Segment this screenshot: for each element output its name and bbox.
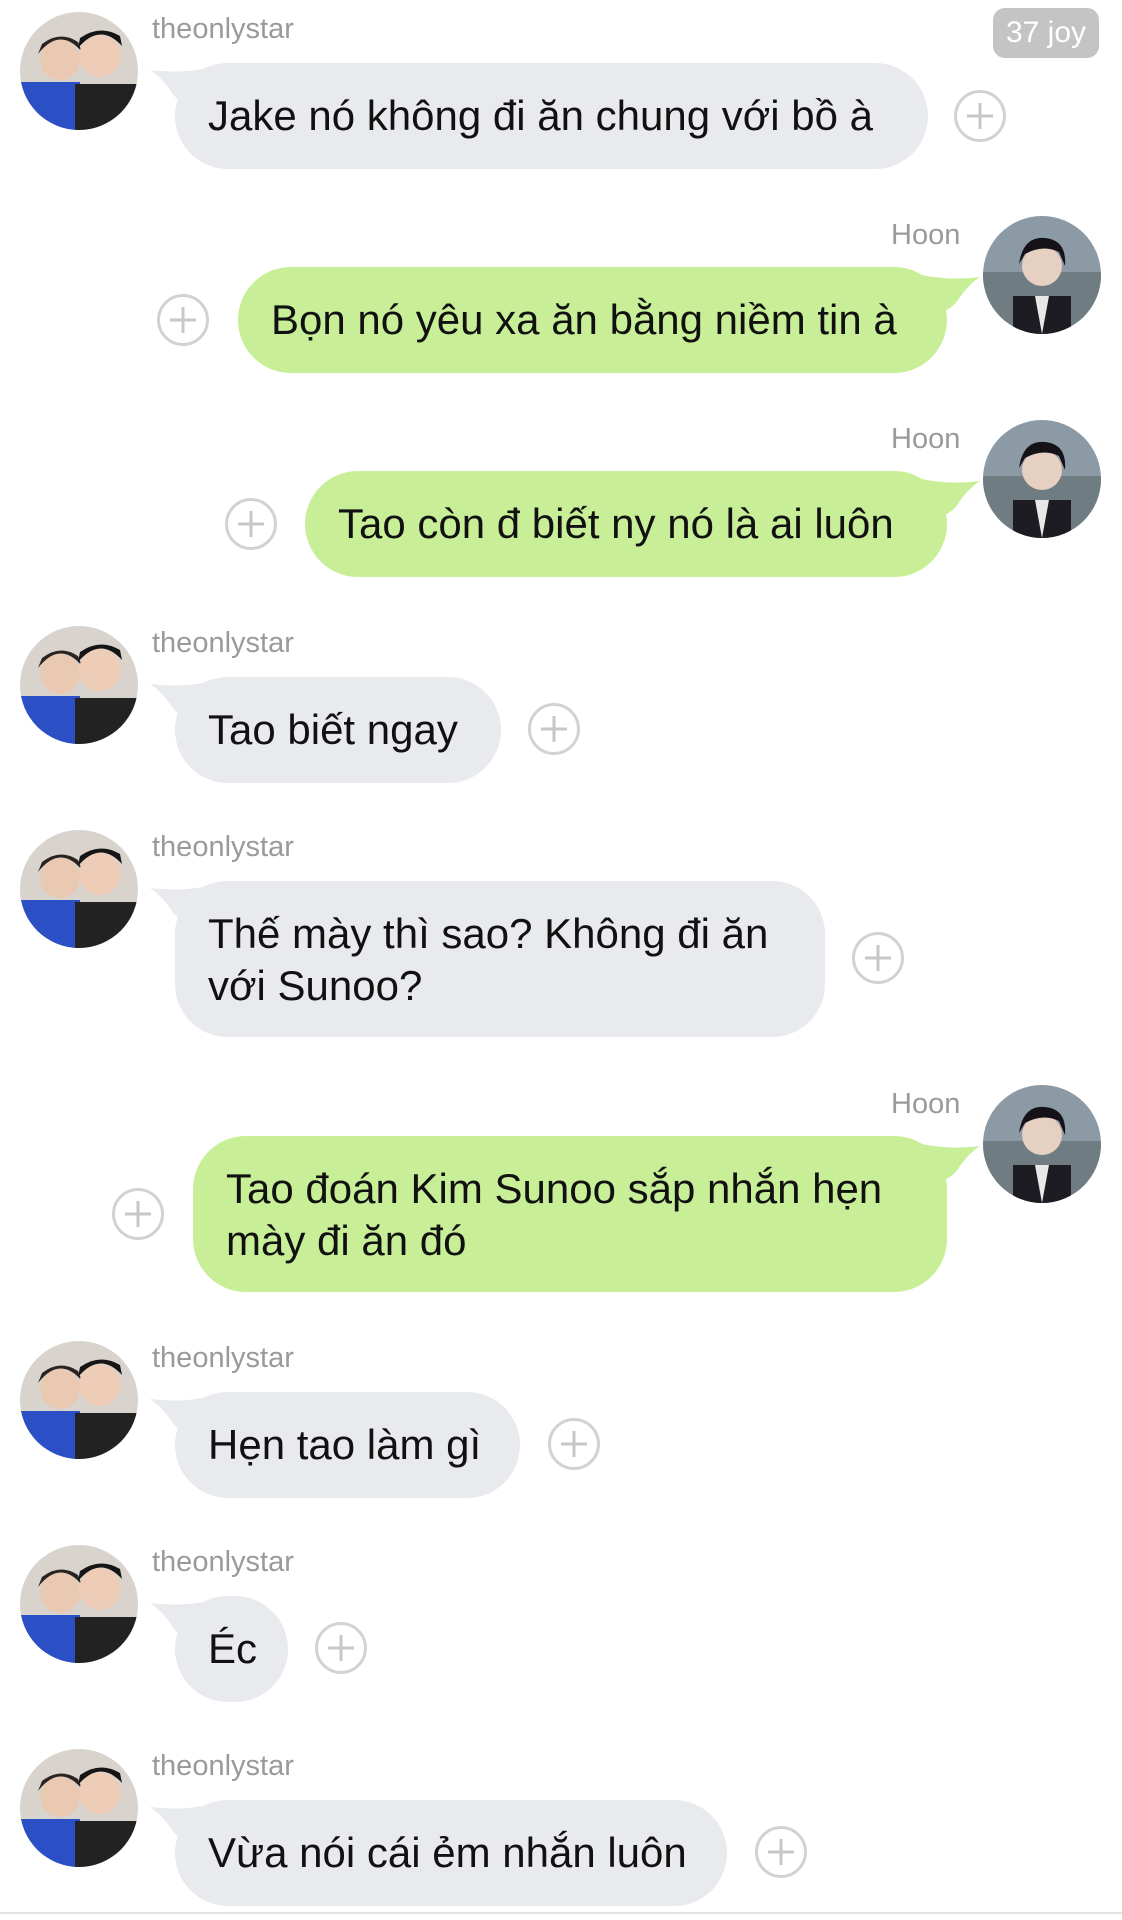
sender-name: theonlystar <box>152 1750 294 1782</box>
sender-name: theonlystar <box>152 1342 294 1374</box>
avatar-hoon[interactable] <box>983 420 1101 538</box>
message-text: Jake nó không đi ăn chung với bồ à <box>208 92 874 139</box>
avatar-theonlystar[interactable] <box>20 12 138 130</box>
message-text: Tao đoán Kim Sunoo sắp nhắn hẹn mày đi ă… <box>226 1165 883 1264</box>
message-bubble[interactable]: Hẹn tao làm gì <box>175 1392 520 1498</box>
chat-thread: 37 joy theonlystar Jake nó không đi ăn c… <box>0 0 1122 1920</box>
divider <box>0 1912 1122 1914</box>
add-reaction-icon[interactable] <box>755 1826 807 1878</box>
message-text: Vừa nói cái ẻm nhắn luôn <box>208 1829 687 1876</box>
message-bubble[interactable]: Thế mày thì sao? Không đi ăn với Sunoo? <box>175 881 825 1037</box>
message-text: Thế mày thì sao? Không đi ăn với Sunoo? <box>208 910 769 1009</box>
message-bubble[interactable]: Jake nó không đi ăn chung với bồ à <box>175 63 928 169</box>
avatar-hoon[interactable] <box>983 216 1101 334</box>
message-bubble[interactable]: Vừa nói cái ẻm nhắn luôn <box>175 1800 727 1906</box>
sender-name: Hoon <box>891 219 961 251</box>
avatar-theonlystar[interactable] <box>20 1545 138 1663</box>
add-reaction-icon[interactable] <box>548 1418 600 1470</box>
add-reaction-icon[interactable] <box>157 294 209 346</box>
reaction-count-badge[interactable]: 37 joy <box>993 8 1099 58</box>
sender-name: Hoon <box>891 1088 961 1120</box>
avatar-theonlystar[interactable] <box>20 626 138 744</box>
sender-name: Hoon <box>891 423 961 455</box>
avatar-theonlystar[interactable] <box>20 1749 138 1867</box>
add-reaction-icon[interactable] <box>528 703 580 755</box>
message-bubble[interactable]: Tao đoán Kim Sunoo sắp nhắn hẹn mày đi ă… <box>193 1136 947 1292</box>
avatar-hoon[interactable] <box>983 1085 1101 1203</box>
avatar-theonlystar[interactable] <box>20 830 138 948</box>
message-text: Bọn nó yêu xa ăn bằng niềm tin à <box>271 296 897 343</box>
sender-name: theonlystar <box>152 1546 294 1578</box>
avatar-theonlystar[interactable] <box>20 1341 138 1459</box>
message-text: Éc <box>208 1625 258 1672</box>
message-bubble[interactable]: Bọn nó yêu xa ăn bằng niềm tin à <box>238 267 947 373</box>
add-reaction-icon[interactable] <box>954 90 1006 142</box>
message-bubble[interactable]: Tao biết ngay <box>175 677 501 783</box>
add-reaction-icon[interactable] <box>852 932 904 984</box>
add-reaction-icon[interactable] <box>315 1622 367 1674</box>
message-bubble[interactable]: Tao còn đ biết ny nó là ai luôn <box>305 471 947 577</box>
add-reaction-icon[interactable] <box>225 498 277 550</box>
sender-name: theonlystar <box>152 627 294 659</box>
sender-name: theonlystar <box>152 13 294 45</box>
message-text: Tao còn đ biết ny nó là ai luôn <box>338 500 894 547</box>
message-text: Tao biết ngay <box>208 706 458 753</box>
add-reaction-icon[interactable] <box>112 1188 164 1240</box>
message-text: Hẹn tao làm gì <box>208 1421 482 1468</box>
sender-name: theonlystar <box>152 831 294 863</box>
message-bubble[interactable]: Éc <box>175 1596 288 1702</box>
